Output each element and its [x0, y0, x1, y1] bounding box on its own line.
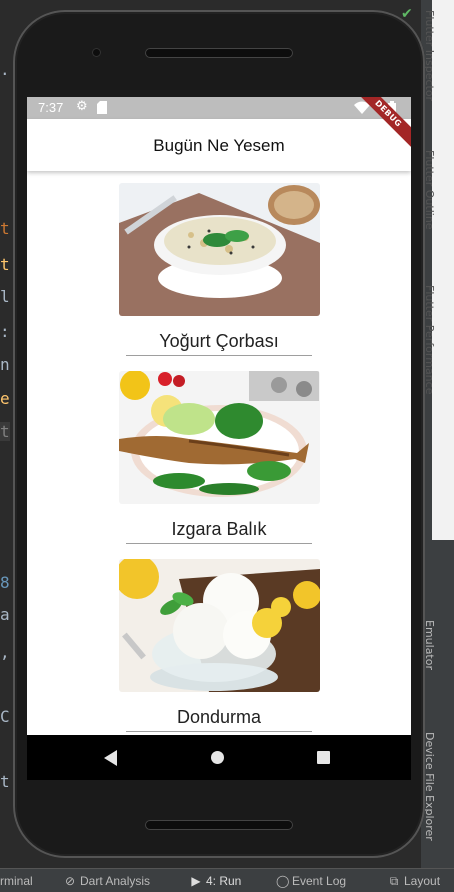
grilled-fish-image[interactable]	[119, 371, 320, 504]
food-name: Dondurma	[176, 707, 262, 727]
gear-icon: ⚙	[76, 99, 88, 114]
phone-screen: 7:37 ⚙ Bugün Ne Yesem DEBUG Yoğurt Çorba…	[27, 97, 411, 780]
code-fragment: 8	[0, 573, 10, 592]
food-name: Yoğurt Çorbası	[159, 331, 279, 351]
tab-layout-inspector[interactable]: ⧉ Layout	[388, 874, 440, 889]
tab-dart-analysis[interactable]: ⊘ Dart Analysis	[64, 874, 150, 888]
divider	[126, 731, 312, 732]
status-bar: 7:37 ⚙	[27, 97, 411, 119]
back-icon[interactable]	[104, 750, 117, 766]
ice-cream-image[interactable]	[119, 559, 320, 692]
sd-card-icon	[97, 101, 107, 118]
code-fragment: t	[0, 255, 10, 274]
app-bar: Bugün Ne Yesem	[27, 119, 411, 171]
code-fragment: t	[0, 219, 10, 238]
food-name: Izgara Balık	[171, 519, 267, 539]
page-title: Bugün Ne Yesem	[153, 136, 285, 155]
code-fragment: .	[0, 60, 10, 79]
divider	[126, 355, 312, 356]
code-fragment: :	[0, 322, 10, 341]
tab-terminal[interactable]: rminal	[0, 874, 33, 888]
divider	[126, 543, 312, 544]
event-log-icon: ◯	[276, 874, 290, 888]
code-fragment: e	[0, 389, 10, 408]
front-camera	[92, 48, 101, 57]
code-fragment: a	[0, 605, 10, 624]
code-fragment: C	[0, 707, 10, 726]
code-fragment: n	[0, 355, 10, 374]
dart-analysis-icon: ⊘	[64, 874, 76, 888]
food-list[interactable]: Yoğurt Çorbası Izgara Balık Dondurma	[27, 171, 411, 735]
yogurt-soup-image[interactable]	[119, 183, 320, 316]
code-fragment: t	[0, 772, 10, 791]
home-icon[interactable]	[211, 751, 224, 764]
run-icon: ▶	[191, 874, 201, 888]
ide-bottom-toolbar: rminal ⊘ Dart Analysis ▶ 4: Run ◯ Event Log…	[0, 868, 454, 892]
tab-run[interactable]: ▶ 4: Run	[190, 874, 241, 888]
recent-apps-icon[interactable]	[317, 751, 330, 764]
layout-inspector-icon: ⧉	[389, 874, 399, 888]
tab-event-log[interactable]: ◯ Event Log	[276, 874, 346, 888]
code-fragment: ,	[0, 643, 10, 662]
bottom-speaker	[145, 820, 293, 830]
code-fragment: l	[0, 287, 10, 306]
code-fragment: t	[0, 422, 10, 441]
status-time: 7:37	[38, 100, 64, 115]
earpiece-speaker	[145, 48, 293, 58]
android-nav-bar	[27, 735, 411, 780]
